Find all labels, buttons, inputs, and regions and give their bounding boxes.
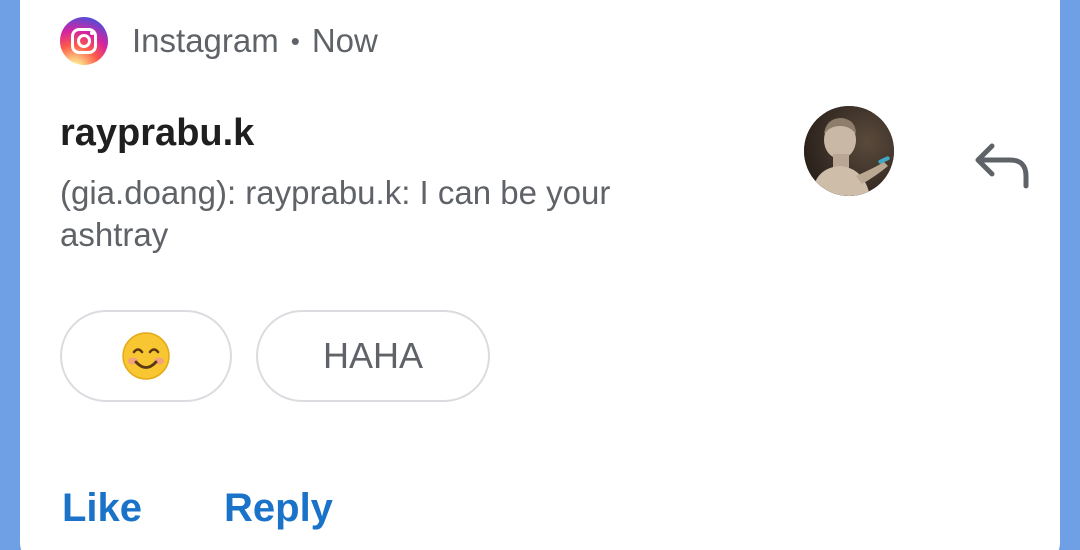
avatar (804, 106, 894, 196)
instagram-icon (60, 17, 108, 65)
quick-reply-emoji[interactable] (60, 310, 232, 402)
reply-button[interactable]: Reply (224, 486, 333, 531)
quick-reply-haha[interactable]: HAHA (256, 310, 490, 402)
like-button[interactable]: Like (62, 486, 142, 531)
notification-title: rayprabu.k (60, 112, 255, 154)
reply-arrow-icon[interactable] (972, 140, 1032, 194)
separator-dot: • (290, 25, 300, 56)
smiling-face-emoji-icon (122, 332, 170, 380)
app-name: Instagram (132, 22, 279, 59)
notification-header: Instagram • Now (60, 16, 378, 66)
notification-card[interactable] (20, 0, 1060, 550)
notification-message: (gia.doang): rayprabu.k: I can be your a… (60, 174, 611, 253)
notification-time: Now (311, 22, 378, 59)
